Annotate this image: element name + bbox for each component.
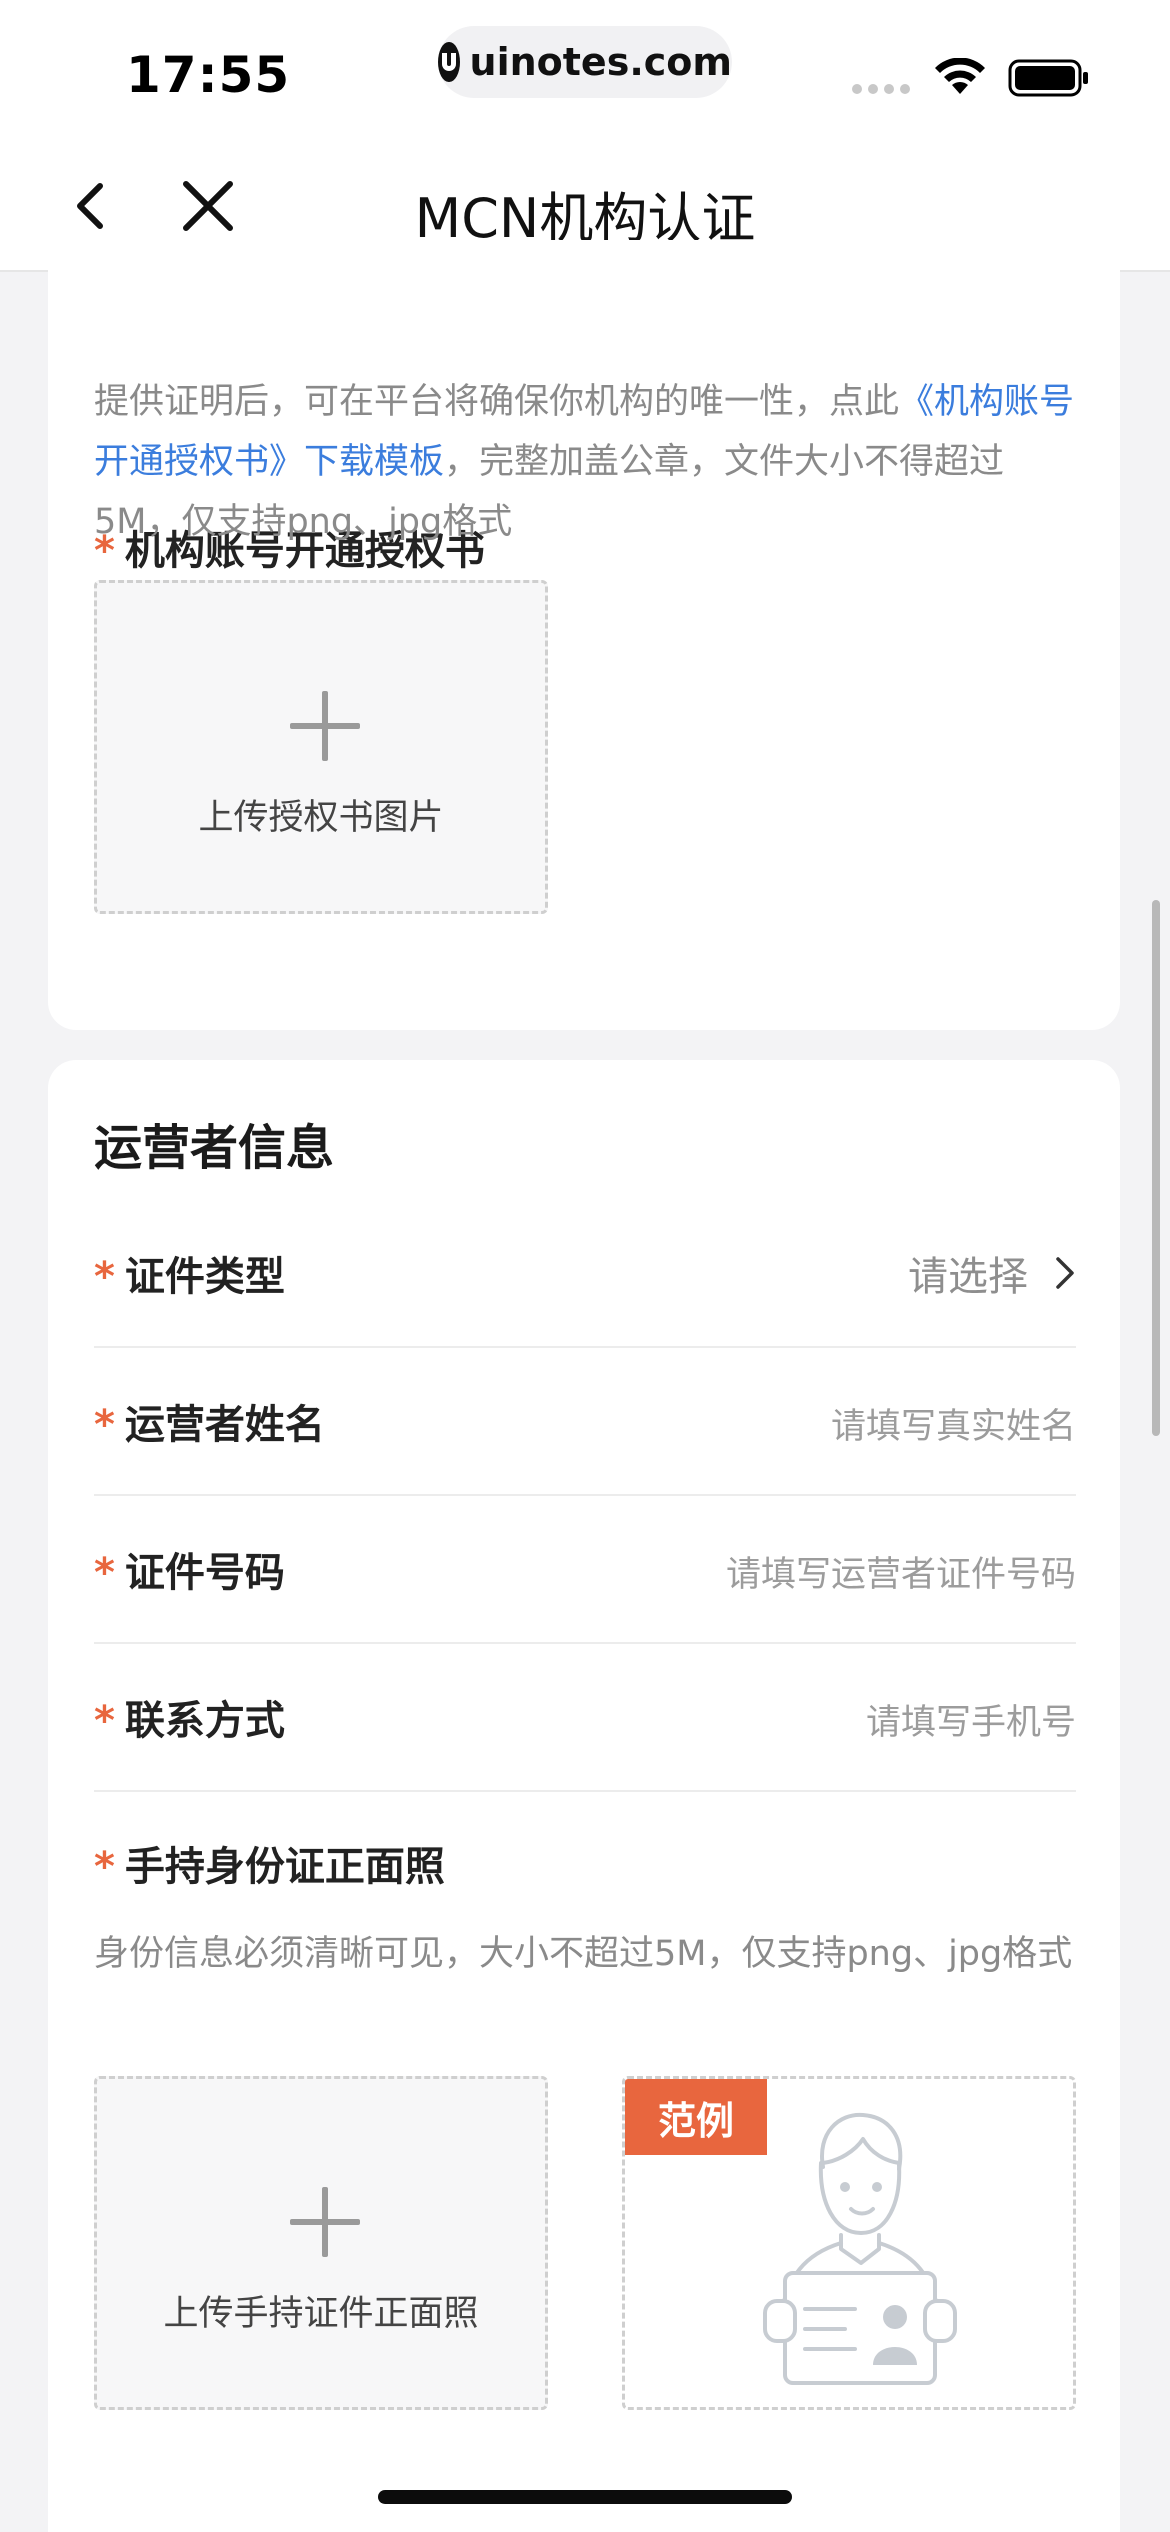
- url-pill[interactable]: uinotes.com: [438, 26, 732, 98]
- required-mark: *: [94, 1254, 115, 1300]
- id-type-label-wrap: * 证件类型: [94, 1244, 285, 1302]
- id-number-label: 证件号码: [124, 1550, 285, 1596]
- status-bar: 17:55 uinotes.com: [0, 0, 1170, 140]
- required-mark: *: [94, 1844, 115, 1890]
- url-text: uinotes.com: [469, 40, 732, 84]
- required-mark: *: [94, 1698, 115, 1744]
- phone-input[interactable]: 请填写手机号: [866, 1694, 1076, 1745]
- upload-authorization-button[interactable]: 上传授权书图片: [94, 580, 548, 914]
- id-type-row[interactable]: * 证件类型 请选择: [94, 1200, 1076, 1348]
- id-type-value: 请选择: [908, 1254, 1028, 1300]
- scrollbar[interactable]: [1152, 900, 1160, 1436]
- operator-name-label-wrap: * 运营者姓名: [94, 1392, 325, 1450]
- authorization-desc-prefix: 提供证明后，可在平台将确保你机构的唯一性，点此: [94, 382, 900, 422]
- wifi-icon: [935, 58, 985, 94]
- id-photo-label-wrap: * 手持身份证正面照: [94, 1834, 445, 1892]
- upload-id-photo-label: 上传手持证件正面照: [163, 2294, 479, 2334]
- id-number-label-wrap: * 证件号码: [94, 1540, 285, 1598]
- battery-icon: [1008, 59, 1088, 97]
- person-holding-id-illustration: [763, 2112, 957, 2385]
- plus-icon: [290, 2187, 360, 2257]
- home-indicator: [378, 2490, 792, 2504]
- authorization-description: 提供证明后，可在平台将确保你机构的唯一性，点此《机构账号开通授权书》下载模板，完…: [94, 372, 1084, 552]
- chevron-right-icon: [1056, 1257, 1074, 1289]
- id-photo-example: 范例: [622, 2076, 1076, 2410]
- upload-authorization-label: 上传授权书图片: [198, 798, 444, 838]
- plus-icon: [290, 691, 360, 761]
- required-mark: *: [94, 1402, 115, 1448]
- example-badge: 范例: [625, 2079, 767, 2155]
- contact-row[interactable]: * 联系方式 请填写手机号: [94, 1644, 1076, 1792]
- id-number-row[interactable]: * 证件号码 请填写运营者证件号码: [94, 1496, 1076, 1644]
- operator-section-title: 运营者信息: [94, 1120, 335, 1176]
- contact-label-wrap: * 联系方式: [94, 1688, 285, 1746]
- id-photo-description: 身份信息必须清晰可见，大小不超过5M，仅支持png、jpg格式: [94, 1934, 1073, 1974]
- operator-name-label: 运营者姓名: [124, 1402, 325, 1448]
- id-photo-label: 手持身份证正面照: [124, 1844, 445, 1890]
- cellular-signal-icon: [852, 84, 910, 94]
- contact-label: 联系方式: [124, 1698, 285, 1744]
- operator-name-row[interactable]: * 运营者姓名 请填写真实姓名: [94, 1348, 1076, 1496]
- id-type-label: 证件类型: [124, 1254, 285, 1300]
- upload-id-photo-button[interactable]: 上传手持证件正面照: [94, 2076, 548, 2410]
- site-logo-icon: [438, 42, 460, 82]
- operator-name-input[interactable]: 请填写真实姓名: [831, 1398, 1076, 1449]
- required-mark: *: [94, 1550, 115, 1596]
- id-type-select[interactable]: 请选择: [908, 1244, 1076, 1302]
- status-time: 17:55: [126, 46, 291, 104]
- id-number-input[interactable]: 请填写运营者证件号码: [726, 1546, 1076, 1597]
